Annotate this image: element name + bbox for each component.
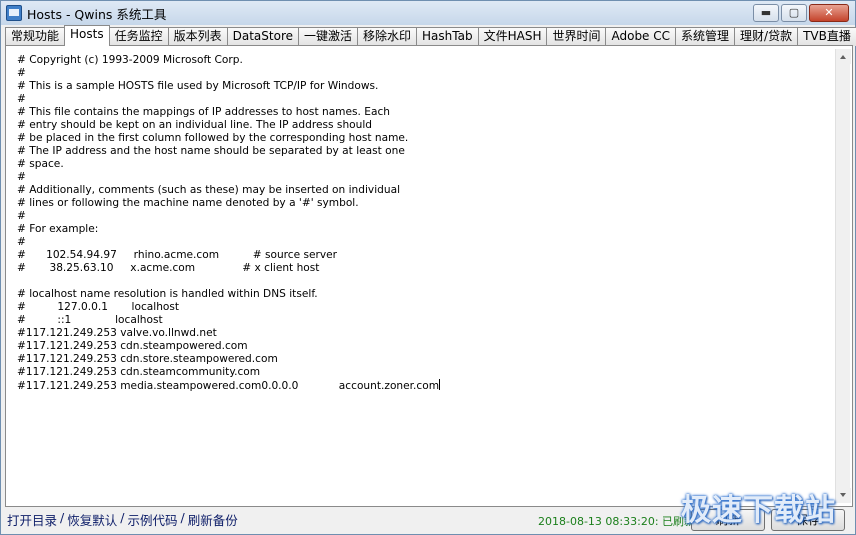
open-directory-link[interactable]: 打开目录 bbox=[7, 510, 57, 529]
maximize-button[interactable]: ▢ bbox=[781, 4, 807, 22]
tab-file-hash[interactable]: 文件HASH bbox=[477, 27, 548, 46]
link-separator: / bbox=[180, 510, 185, 525]
tab-activation[interactable]: 一键激活 bbox=[298, 27, 359, 46]
tab-strip: 常规功能 Hosts 任务监控 版本列表 DataStore 一键激活 移除水印… bbox=[5, 25, 856, 46]
title-bar[interactable]: Hosts - Qwins 系统工具 ▬ ▢ ✕ bbox=[1, 1, 855, 25]
window-title: Hosts - Qwins 系统工具 bbox=[27, 6, 167, 22]
sample-code-link[interactable]: 示例代码 bbox=[127, 510, 177, 529]
tab-remove-watermark[interactable]: 移除水印 bbox=[357, 27, 418, 46]
tab-task-monitor[interactable]: 任务监控 bbox=[108, 27, 169, 46]
window-controls: ▬ ▢ ✕ bbox=[753, 4, 849, 22]
save-button[interactable]: 保存 bbox=[771, 509, 845, 531]
tab-tvb-live[interactable]: TVB直播 bbox=[797, 27, 856, 46]
tab-version-list[interactable]: 版本列表 bbox=[167, 27, 228, 46]
link-separator: / bbox=[60, 510, 65, 525]
minimize-button[interactable]: ▬ bbox=[753, 4, 779, 22]
tab-general[interactable]: 常规功能 bbox=[5, 27, 66, 46]
tab-hashtab[interactable]: HashTab bbox=[416, 27, 479, 46]
scroll-up-icon[interactable] bbox=[836, 49, 851, 64]
footer-links: 打开目录 / 恢复默认 / 示例代码 / 刷新备份 bbox=[7, 510, 238, 529]
app-icon bbox=[6, 5, 22, 21]
refresh-button[interactable]: 刷新 bbox=[691, 509, 765, 531]
tab-world-time[interactable]: 世界时间 bbox=[546, 27, 607, 46]
hosts-editor[interactable]: # Copyright (c) 1993-2009 Microsoft Corp… bbox=[9, 49, 835, 503]
text-caret bbox=[439, 379, 441, 390]
tab-hosts[interactable]: Hosts bbox=[64, 25, 110, 46]
vertical-scrollbar[interactable] bbox=[835, 49, 851, 503]
tab-adobe-cc[interactable]: Adobe CC bbox=[605, 27, 677, 46]
close-button[interactable]: ✕ bbox=[809, 4, 849, 22]
hosts-panel: # Copyright (c) 1993-2009 Microsoft Corp… bbox=[5, 45, 853, 507]
status-text: 2018-08-13 08:33:20: 已刷新 bbox=[538, 515, 696, 528]
link-separator: / bbox=[120, 510, 125, 525]
tab-system-manage[interactable]: 系统管理 bbox=[675, 27, 736, 46]
tab-finance-loan[interactable]: 理财/贷款 bbox=[734, 27, 799, 46]
footer-bar: 打开目录 / 恢复默认 / 示例代码 / 刷新备份 2018-08-13 08:… bbox=[1, 507, 855, 534]
app-window: Hosts - Qwins 系统工具 ▬ ▢ ✕ 常规功能 Hosts 任务监控… bbox=[0, 0, 856, 535]
hosts-text: # Copyright (c) 1993-2009 Microsoft Corp… bbox=[17, 54, 440, 392]
tab-datastore[interactable]: DataStore bbox=[226, 27, 299, 46]
restore-default-link[interactable]: 恢复默认 bbox=[67, 510, 117, 529]
scroll-down-icon[interactable] bbox=[836, 488, 851, 503]
refresh-backup-link[interactable]: 刷新备份 bbox=[188, 510, 238, 529]
